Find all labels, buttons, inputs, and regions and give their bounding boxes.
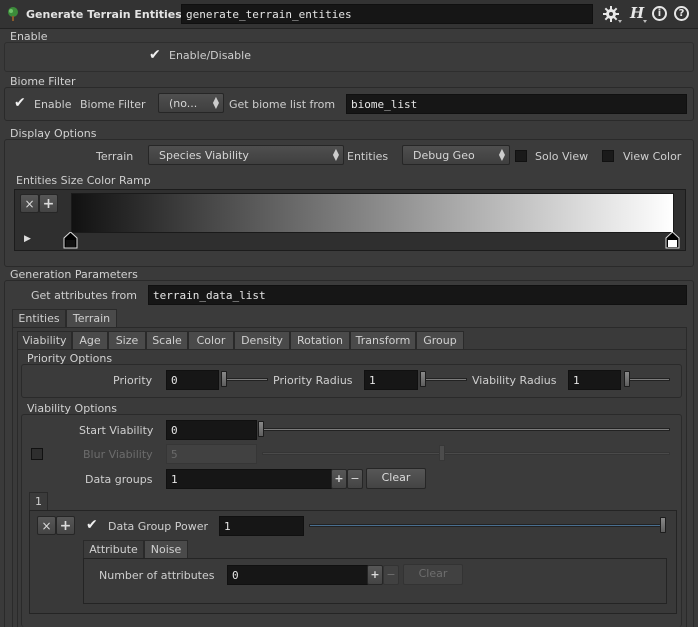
node-type-label: Generate Terrain Entities bbox=[26, 8, 182, 21]
group-power-label: Data Group Power bbox=[108, 520, 209, 533]
ramp-add-button[interactable]: + bbox=[39, 194, 58, 213]
biome-enable-label: Enable bbox=[34, 98, 72, 111]
priority-field[interactable]: 0 bbox=[166, 370, 219, 390]
terrain-value: Species Viability bbox=[159, 149, 249, 162]
node-name-field[interactable]: generate_terrain_entities bbox=[181, 4, 593, 24]
tab-size[interactable]: Size bbox=[108, 331, 146, 350]
data-groups-clear-button[interactable]: Clear bbox=[366, 468, 426, 489]
tab-terrain[interactable]: Terrain bbox=[66, 309, 117, 328]
dropdown-arrows-icon: ▲ ▼ bbox=[332, 147, 339, 162]
ramp-gradient[interactable] bbox=[71, 193, 674, 233]
blur-viability-checkbox[interactable] bbox=[31, 448, 43, 460]
ramp-key-end[interactable] bbox=[665, 231, 680, 249]
priority-radius-field[interactable]: 1 bbox=[364, 370, 418, 390]
tab-transform[interactable]: Transform bbox=[350, 331, 416, 350]
attributes-from-field[interactable]: terrain_data_list bbox=[148, 285, 687, 305]
enable-checkbox[interactable]: ✔ bbox=[149, 48, 163, 63]
tab-group[interactable]: Group bbox=[416, 331, 464, 350]
viability-radius-label: Viability Radius bbox=[472, 374, 557, 387]
num-attributes-remove-button[interactable]: − bbox=[383, 565, 399, 585]
terrain-label: Terrain bbox=[96, 150, 134, 163]
solo-view-checkbox[interactable] bbox=[515, 150, 527, 162]
blur-viability-slider-handle[interactable] bbox=[439, 445, 445, 461]
num-attributes-add-button[interactable]: + bbox=[367, 565, 383, 585]
tab-color[interactable]: Color bbox=[188, 331, 234, 350]
tab-density[interactable]: Density bbox=[234, 331, 290, 350]
group-power-slider-track[interactable] bbox=[309, 524, 665, 527]
data-groups-label: Data groups bbox=[85, 473, 153, 486]
group-power-field[interactable]: 1 bbox=[219, 516, 304, 536]
tab-rotation[interactable]: Rotation bbox=[290, 331, 350, 350]
houdini-help-icon[interactable]: H bbox=[628, 4, 650, 24]
tab-scale[interactable]: Scale bbox=[146, 331, 188, 350]
group-power-checkbox[interactable]: ✔ bbox=[86, 518, 100, 533]
ramp-key-start[interactable] bbox=[63, 231, 78, 249]
viability-radius-slider-handle[interactable] bbox=[624, 371, 630, 387]
view-color-checkbox[interactable] bbox=[602, 150, 614, 162]
gear-icon[interactable] bbox=[601, 4, 623, 24]
data-groups-field[interactable]: 1 bbox=[166, 469, 332, 489]
tab-viability[interactable]: Viability bbox=[17, 331, 72, 350]
tab-noise[interactable]: Noise bbox=[144, 540, 188, 559]
viability-radius-field[interactable]: 1 bbox=[568, 370, 621, 390]
start-viability-field[interactable]: 0 bbox=[166, 420, 257, 440]
group-remove-button[interactable]: × bbox=[37, 516, 56, 535]
viability-radius-slider-track[interactable] bbox=[628, 378, 670, 381]
enable-checkbox-label: Enable/Disable bbox=[169, 49, 251, 62]
num-attributes-field[interactable]: 0 bbox=[227, 565, 368, 585]
terrain-dropdown[interactable]: Species Viability ▲ ▼ bbox=[148, 145, 344, 165]
entities-value: Debug Geo bbox=[413, 149, 475, 162]
group-power-slider-handle[interactable] bbox=[660, 517, 666, 533]
biome-filter-dropdown[interactable]: (no... ▲ ▼ bbox=[158, 93, 224, 113]
ramp-label: Entities Size Color Ramp bbox=[16, 174, 151, 187]
blur-viability-label: Blur Viability bbox=[83, 448, 153, 461]
view-color-label: View Color bbox=[623, 150, 682, 163]
solo-view-label: Solo View bbox=[535, 150, 589, 163]
priority-label: Priority bbox=[113, 374, 153, 387]
biome-filter-value: (no... bbox=[169, 97, 198, 110]
start-viability-slider-handle[interactable] bbox=[258, 421, 264, 437]
dropdown-arrows-icon: ▲ ▼ bbox=[498, 147, 505, 162]
priority-radius-slider-handle[interactable] bbox=[420, 371, 426, 387]
blur-viability-slider-track[interactable] bbox=[262, 452, 670, 455]
priority-radius-label: Priority Radius bbox=[273, 374, 353, 387]
terrain-node-icon bbox=[6, 6, 20, 22]
biome-list-field[interactable]: biome_list bbox=[346, 94, 687, 114]
ramp-expand-arrow-icon[interactable]: ▶ bbox=[24, 234, 31, 244]
biome-filter-label: Biome Filter bbox=[80, 98, 146, 111]
biome-list-label: Get biome list from bbox=[229, 98, 336, 111]
entities-label: Entities bbox=[347, 150, 389, 163]
help-icon[interactable]: ? bbox=[674, 6, 689, 21]
dropdown-arrows-icon: ▲ ▼ bbox=[212, 95, 219, 110]
num-attributes-label: Number of attributes bbox=[99, 569, 215, 582]
tab-entities[interactable]: Entities bbox=[12, 309, 66, 328]
blur-viability-field[interactable]: 5 bbox=[166, 444, 257, 464]
info-icon[interactable]: i bbox=[652, 6, 667, 21]
group-add-button[interactable]: + bbox=[56, 516, 75, 535]
priority-slider-handle[interactable] bbox=[221, 371, 227, 387]
ramp-remove-button[interactable]: × bbox=[20, 194, 39, 213]
enable-frame bbox=[4, 42, 694, 72]
priority-radius-slider-track[interactable] bbox=[425, 378, 467, 381]
tab-age[interactable]: Age bbox=[72, 331, 108, 350]
start-viability-slider-track[interactable] bbox=[262, 428, 670, 431]
data-groups-remove-button[interactable]: − bbox=[347, 469, 363, 489]
start-viability-label: Start Viability bbox=[79, 424, 154, 437]
tab-attribute[interactable]: Attribute bbox=[83, 540, 144, 559]
attributes-from-label: Get attributes from bbox=[31, 289, 137, 302]
tab-group-1[interactable]: 1 bbox=[29, 492, 48, 511]
priority-slider-track[interactable] bbox=[226, 378, 268, 381]
biome-enable-checkbox[interactable]: ✔ bbox=[14, 96, 28, 111]
num-attributes-clear-button[interactable]: Clear bbox=[403, 564, 463, 585]
entities-dropdown[interactable]: Debug Geo ▲ ▼ bbox=[402, 145, 510, 165]
data-groups-add-button[interactable]: + bbox=[331, 469, 347, 489]
